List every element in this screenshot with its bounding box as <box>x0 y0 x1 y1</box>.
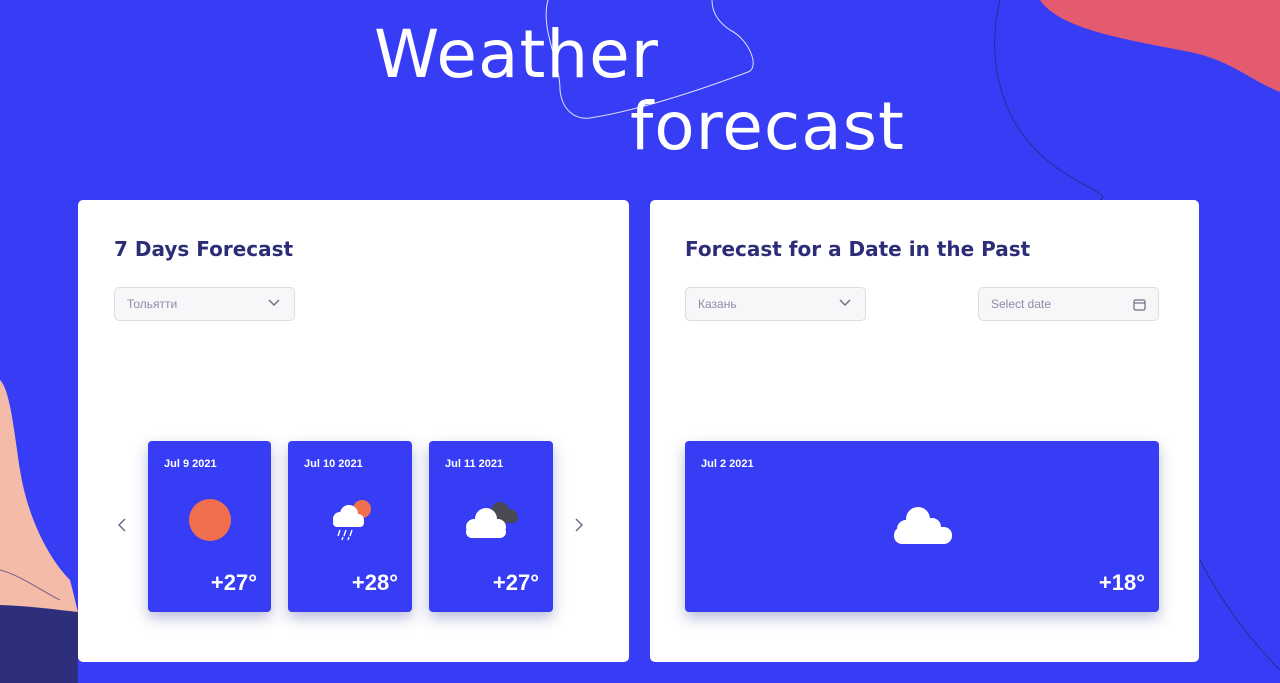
chevron-down-icon <box>268 299 280 307</box>
forecast-card[interactable]: Jul 11 2021 +27° <box>429 441 553 612</box>
chevron-left-icon[interactable] <box>114 513 130 537</box>
dark-line-right <box>994 0 1103 201</box>
page-title-line-1: Weather <box>374 16 659 93</box>
card-date: Jul 9 2021 <box>164 458 217 470</box>
city-select-value: Казань <box>698 297 737 311</box>
dark-line-bottom-right <box>1199 559 1280 671</box>
chevron-right-icon[interactable] <box>571 513 587 537</box>
sun-icon <box>189 499 231 541</box>
past-date-forecast-panel: Forecast for a Date in the Past Казань S… <box>650 200 1199 662</box>
overcast-clouds-icon <box>466 502 518 538</box>
seven-days-forecast-panel: 7 Days Forecast Тольятти Jul 9 2021 +27°… <box>78 200 629 662</box>
peach-blob-left <box>0 380 78 612</box>
card-date: Jul 11 2021 <box>445 458 504 470</box>
cloud-icon <box>894 507 952 544</box>
city-select-value: Тольятти <box>127 297 178 311</box>
calendar-icon <box>1133 299 1146 311</box>
card-temperature: +27° <box>492 570 539 595</box>
panel-heading: 7 Days Forecast <box>114 237 294 261</box>
city-select[interactable]: Казань <box>685 287 866 321</box>
coral-blob-top-right <box>1040 0 1280 92</box>
card-temperature: +28° <box>351 570 398 595</box>
card-date: Jul 10 2021 <box>304 458 363 470</box>
city-select[interactable]: Тольятти <box>114 287 295 321</box>
forecast-card[interactable]: Jul 9 2021 +27° <box>148 441 271 612</box>
panel-heading: Forecast for a Date in the Past <box>685 237 1031 261</box>
card-date: Jul 2 2021 <box>701 458 754 470</box>
card-temperature: +18° <box>1098 570 1145 595</box>
navy-blob-bottom-left <box>0 605 78 683</box>
forecast-card[interactable]: Jul 10 2021 +28° <box>288 441 412 612</box>
card-temperature: +27° <box>210 570 257 595</box>
date-input[interactable]: Select date <box>978 287 1159 321</box>
past-forecast-card[interactable]: Jul 2 2021 +18° <box>685 441 1159 612</box>
date-input-placeholder: Select date <box>991 297 1052 311</box>
page-title-line-2: forecast <box>630 88 905 165</box>
chevron-down-icon <box>839 299 851 307</box>
rain-cloud-sun-icon <box>333 500 371 541</box>
